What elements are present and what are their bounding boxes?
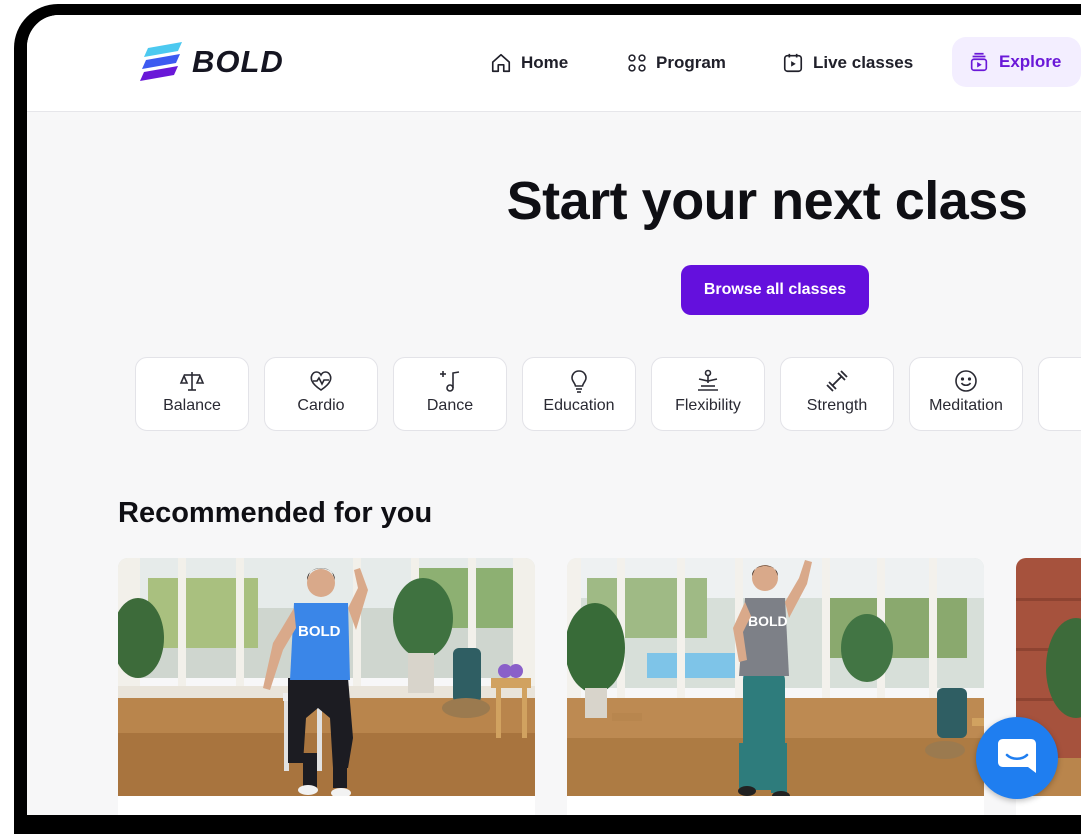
nav-explore-label: Explore bbox=[999, 52, 1062, 71]
nav-live-classes[interactable]: Live classes bbox=[782, 47, 913, 79]
nav-home[interactable]: Home bbox=[490, 47, 568, 79]
category-label: Dance bbox=[426, 397, 474, 414]
explore-icon bbox=[970, 52, 988, 72]
chat-bubble-icon bbox=[998, 739, 1036, 773]
lightbulb-icon bbox=[571, 370, 587, 393]
bold-logo[interactable]: BOLD bbox=[140, 40, 284, 84]
music-note-icon bbox=[440, 371, 460, 392]
class-card[interactable]: BOLD bbox=[118, 558, 535, 815]
category-label: P bbox=[1039, 397, 1081, 415]
category-flexibility[interactable]: Flexibility bbox=[651, 357, 765, 431]
category-partial[interactable]: P bbox=[1038, 357, 1081, 431]
class-card[interactable]: BOLD bbox=[567, 558, 984, 815]
category-education[interactable]: Education bbox=[522, 357, 636, 431]
class-thumbnail: BOLD bbox=[567, 558, 984, 815]
category-meditation[interactable]: Meditation bbox=[909, 357, 1023, 431]
category-balance[interactable]: Balance bbox=[135, 357, 249, 431]
recommended-section-title: Recommended for you bbox=[118, 497, 433, 529]
category-cardio[interactable]: Cardio bbox=[264, 357, 378, 431]
shirt-logo-text: BOLD bbox=[298, 623, 341, 640]
category-strength[interactable]: Strength bbox=[780, 357, 894, 431]
nav-program-label: Program bbox=[656, 53, 726, 72]
category-label: Cardio bbox=[297, 397, 345, 414]
stretch-icon bbox=[698, 369, 718, 391]
nav-home-label: Home bbox=[521, 53, 569, 72]
category-label: Flexibility bbox=[675, 397, 741, 414]
category-dance[interactable]: Dance bbox=[393, 357, 507, 431]
category-label: Strength bbox=[806, 397, 868, 414]
bold-logo-icon bbox=[140, 42, 182, 81]
category-label: Education bbox=[543, 397, 615, 414]
calendar-play-icon bbox=[783, 53, 803, 73]
heart-pulse-icon bbox=[310, 371, 332, 391]
category-label: Meditation bbox=[929, 397, 1003, 414]
class-thumbnail: BOLD bbox=[118, 558, 535, 815]
home-icon bbox=[491, 53, 511, 73]
grid-icon bbox=[628, 54, 646, 72]
shirt-logo-text: BOLD bbox=[748, 613, 788, 629]
smile-icon bbox=[955, 370, 977, 392]
app-screen: BOLD Home Program Live classes Explore S… bbox=[27, 15, 1081, 815]
page-title: Start your next class bbox=[506, 171, 1028, 231]
chat-button[interactable] bbox=[976, 717, 1058, 799]
dumbbell-icon bbox=[826, 370, 848, 392]
top-navigation-bar: BOLD Home Program Live classes Explore bbox=[27, 15, 1081, 112]
nav-program[interactable]: Program bbox=[627, 47, 726, 79]
nav-explore[interactable]: Explore bbox=[952, 37, 1081, 87]
scale-icon bbox=[179, 372, 205, 391]
category-label: Balance bbox=[163, 397, 221, 414]
browse-all-classes-button[interactable]: Browse all classes bbox=[681, 265, 869, 315]
brand-name: BOLD bbox=[192, 44, 284, 79]
nav-live-classes-label: Live classes bbox=[813, 53, 914, 72]
